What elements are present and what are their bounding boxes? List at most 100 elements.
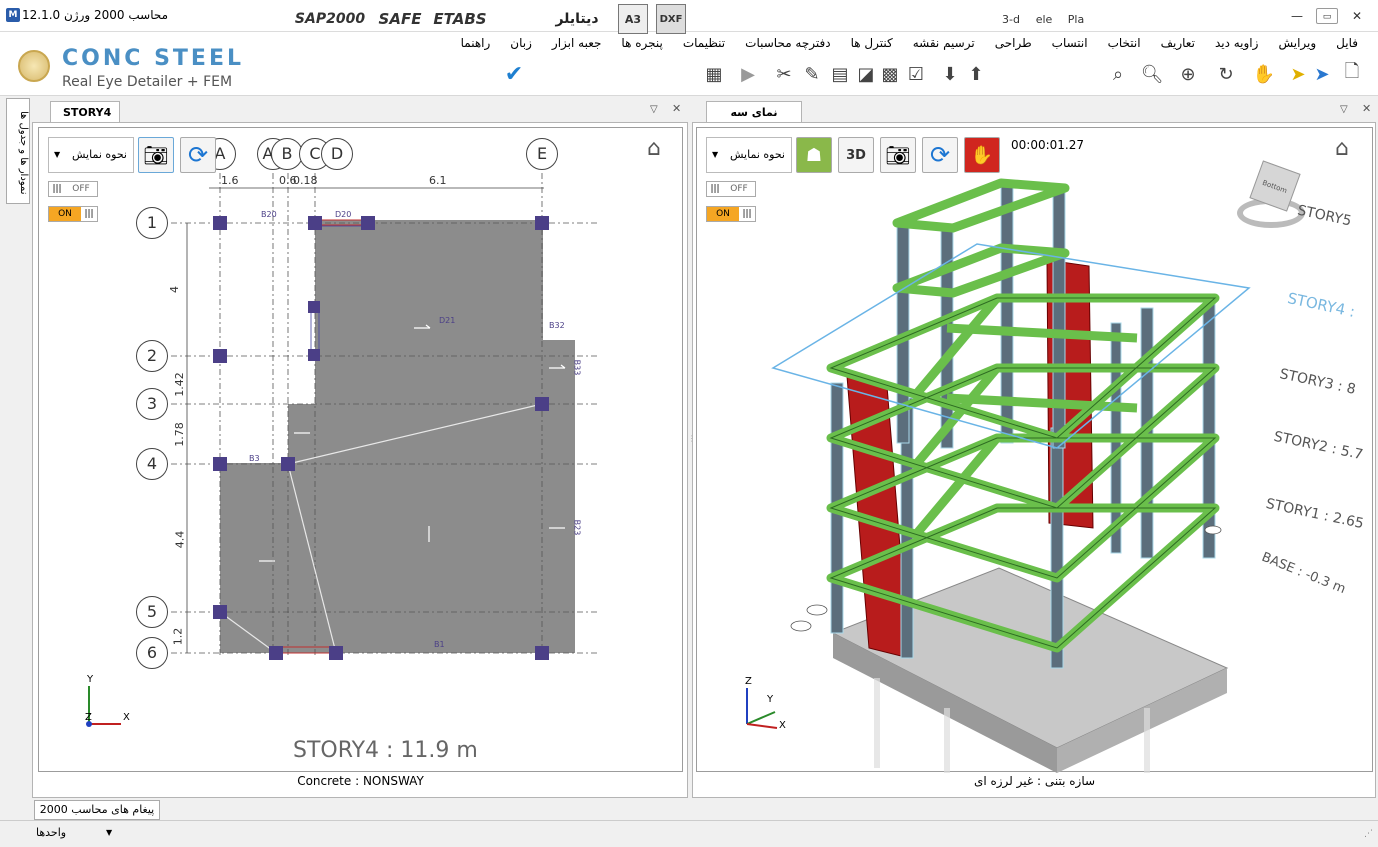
menu-item[interactable]: طراحی [985,36,1042,50]
view-3d-button[interactable]: 3-d [998,4,1024,34]
dimension-y: 1.2 [171,627,185,646]
new-page-icon[interactable]: 🗋︎ [1340,61,1364,86]
brand-area: CONC STEEL Real Eye Detailer + FEM [14,44,264,94]
beam-label: B20 [261,210,277,219]
story-down-icon[interactable]: ⬇ [938,62,962,86]
zoom-window-icon[interactable]: ⌕ [1106,62,1130,86]
restore-button[interactable]: ▭ [1316,8,1338,24]
menu-item[interactable]: انتخاب [1098,36,1151,50]
camera-button[interactable]: 📷︎ [138,137,174,173]
checkbox-icon[interactable]: ☑ [904,62,928,86]
grid-bubble-x: D [321,138,353,170]
refresh-icon[interactable]: ↻ [1214,62,1238,86]
resize-grip-icon[interactable]: ⋰ [1364,829,1373,839]
dimension-x: 6.1 [429,174,447,187]
plan-viewport[interactable]: D21 B20 D20 B32 B33 B23 B3 B1 1.6 0.6 0.… [38,127,683,772]
axis-x-label: X [123,712,130,723]
a3-button[interactable]: A3 [618,4,648,34]
beam-label: B33 [572,359,582,376]
menu-item[interactable]: کنترل ها [841,36,903,50]
axis-y-label: Y [87,674,94,685]
brand-name: CONC STEEL [62,46,244,71]
view-cube[interactable]: Bottom [1235,160,1307,234]
3d-viewport[interactable]: ▼ نحوه نمایش ☗ 3D 📷︎ ⟳ ✋ 00:00:01.27 |||… [696,127,1373,773]
menu-item[interactable]: ترسیم نقشه [903,36,985,50]
camera-button[interactable]: 📷︎ [880,137,916,173]
pane-menu-icon[interactable]: ▽ [650,104,658,115]
android-button[interactable]: ☗ [796,137,832,173]
sap2000-button[interactable]: SAP2000 [294,4,366,34]
menu-item[interactable]: فایل [1326,36,1368,50]
display-mode-dropdown[interactable]: ▼ نحوه نمایش [48,137,134,173]
pane-close-icon[interactable]: ✕ [1362,102,1371,115]
etabs-button[interactable]: ETABS [432,4,488,34]
app-logo-icon: M [6,8,20,22]
chevron-down-icon: ▼ [106,828,113,837]
units-label: واحدها [36,826,67,839]
toggle-off[interactable]: ||| OFF [48,181,98,197]
pan-icon[interactable]: ✋ [1252,62,1276,86]
zoom-icon[interactable]: 🔍︎ [1140,62,1164,86]
table-icon[interactable]: ▤ [828,62,852,86]
seal-icon [18,50,50,82]
story-elevation-label: STORY4 : 11.9 m [293,738,478,763]
tab-3d-view[interactable]: نمای سه بعدی [706,101,802,132]
play-icon[interactable]: ▶ [736,62,760,86]
menu-item[interactable]: ویرایش [1268,36,1326,50]
minimize-button[interactable]: — [1286,8,1308,24]
beam-label: D20 [335,210,352,219]
view-plan-button[interactable]: Pla [1064,4,1088,34]
menu-item[interactable]: راهنما [451,36,501,50]
menu-item[interactable]: پنجره ها [611,36,672,50]
window-title: محاسب 2000 ورژن 12.1.0 [22,8,169,22]
story-up-icon[interactable]: ⬆ [964,62,988,86]
messages-tab[interactable]: پیغام های محاسب 2000 [34,800,160,820]
stop-button[interactable]: ✋ [964,137,1000,173]
menu-item[interactable]: زبان [500,36,542,50]
home-icon[interactable]: ⌂ [1335,136,1349,161]
refresh-button[interactable]: ⟳ [922,137,958,173]
zoom-in-out-icon[interactable]: ⊕ [1176,62,1200,86]
chevron-down-icon: ▼ [54,150,61,159]
tools-icon[interactable]: ✂ [772,62,796,86]
toggle-on[interactable]: ON ||| [706,206,756,222]
axis-z-label: Z [85,712,92,723]
beam-label: B23 [572,519,582,536]
menu-item[interactable]: تنظیمات [673,36,735,50]
menu-item[interactable]: جعبه ابزار [542,36,612,50]
units-dropdown[interactable]: واحدها ▼ [30,826,120,842]
home-icon[interactable]: ⌂ [647,136,661,161]
color-icon[interactable]: ▩ [878,62,902,86]
pane-menu-icon[interactable]: ▽ [1340,104,1348,115]
detailer-button[interactable]: دیتایلر [544,4,610,34]
tab-story4[interactable]: STORY4 [50,101,120,123]
select-cursor-icon[interactable]: ➤ [1286,62,1310,86]
axis-y-label: Y [767,694,774,705]
display-mode-dropdown[interactable]: ▼ نحوه نمایش [706,137,792,173]
menu-item[interactable]: انتساب [1042,36,1098,50]
dxf-button[interactable]: DXF [656,4,686,34]
chart-icon[interactable]: ◪ [854,62,878,86]
side-tab[interactable]: نمودار ها و جدول ها [6,98,30,204]
chevron-down-icon: ▼ [712,150,719,159]
display-mode-label: نحوه نمایش [730,148,785,161]
menu-item[interactable]: تعاریف [1151,36,1205,50]
toggle-off[interactable]: ||| OFF [706,181,756,197]
menu-item[interactable]: زاویه دید [1205,36,1269,50]
view-elevation-button[interactable]: ele [1032,4,1056,34]
safe-button[interactable]: SAFE [376,4,424,34]
toggle-on[interactable]: ON ||| [48,206,98,222]
pointer-icon[interactable]: ➤ [1310,62,1334,86]
grid-bubble-y: 4 [136,448,168,480]
dimension-y: 4 [168,286,181,293]
beam-label: B3 [249,454,260,463]
refresh-button[interactable]: ⟳ [180,137,216,173]
calculator-icon[interactable]: ▦ [702,62,726,86]
close-button[interactable]: ✕ [1346,8,1368,24]
pane-close-icon[interactable]: ✕ [672,102,681,115]
dimension-y: 1.78 [172,422,186,447]
3d-button[interactable]: 3D [838,137,874,173]
edit-icon[interactable]: ✎ [800,62,824,86]
menu-item[interactable]: دفترچه محاسبات [735,36,840,50]
check-icon[interactable]: ✔ [502,62,526,87]
